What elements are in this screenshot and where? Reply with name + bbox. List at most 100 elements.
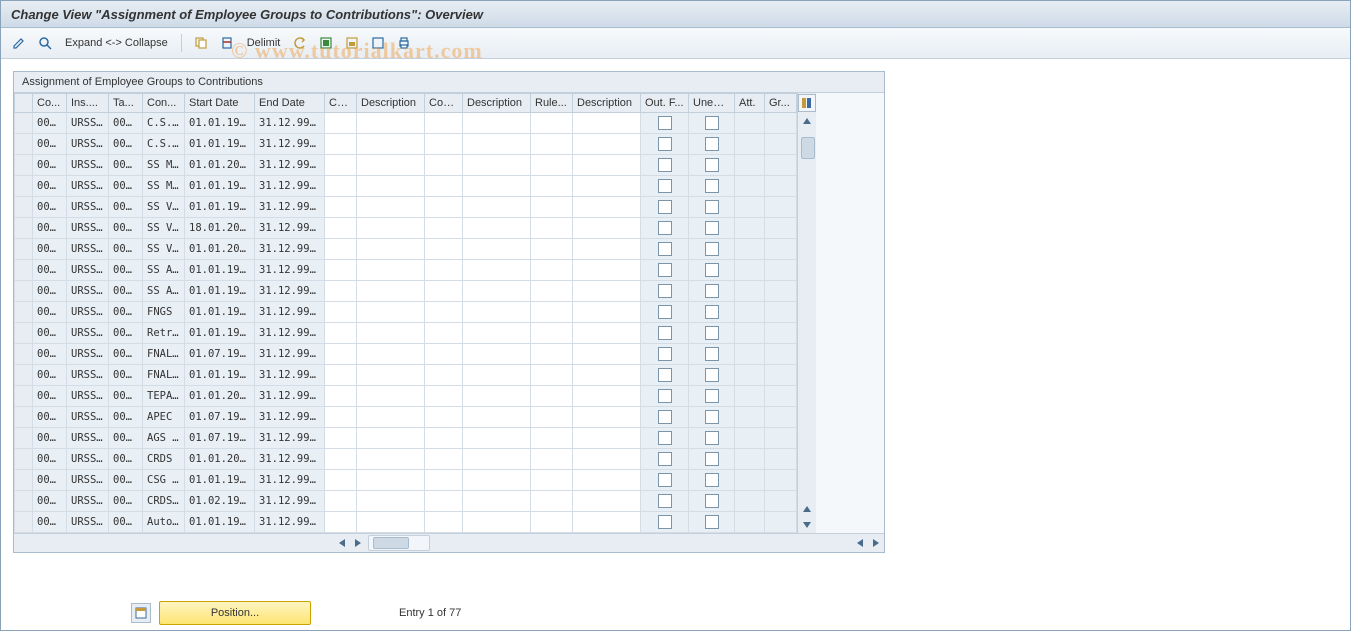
column-header[interactable]: Unem... [689,94,735,113]
cell-editable[interactable] [425,197,463,218]
row-selector[interactable] [15,386,33,407]
cell-checkbox[interactable] [689,302,735,323]
checkbox[interactable] [658,284,672,298]
cell-editable[interactable] [325,302,357,323]
row-selector[interactable] [15,176,33,197]
cell-editable[interactable] [325,176,357,197]
cell-checkbox[interactable] [641,470,689,491]
cell-editable[interactable] [531,407,573,428]
checkbox[interactable] [658,158,672,172]
cell-editable[interactable] [425,386,463,407]
column-header[interactable]: Ta... [109,94,143,113]
cell-editable[interactable] [325,239,357,260]
scroll-right-icon[interactable] [350,534,366,552]
row-selector[interactable] [15,512,33,533]
row-selector[interactable] [15,218,33,239]
column-header[interactable]: Con. [325,94,357,113]
cell-checkbox[interactable] [641,407,689,428]
data-grid[interactable]: Co...Ins....Ta...Con...Start DateEnd Dat… [14,93,797,533]
cell-editable[interactable] [463,176,531,197]
cell-editable[interactable] [531,134,573,155]
cell-editable[interactable] [531,176,573,197]
cell-checkbox[interactable] [641,281,689,302]
checkbox[interactable] [705,158,719,172]
scroll-up-icon[interactable] [798,113,816,129]
checkbox[interactable] [705,431,719,445]
table-row[interactable]: 0001URSS...0011Retrai..01.01.199431.12.9… [15,323,797,344]
cell-editable[interactable] [573,491,641,512]
row-selector[interactable] [15,260,33,281]
horizontal-scrollbar[interactable] [14,533,884,552]
cell-editable[interactable] [357,428,425,449]
cell-editable[interactable] [357,281,425,302]
checkbox[interactable] [658,242,672,256]
cell-checkbox[interactable] [641,176,689,197]
column-header[interactable]: Con... [425,94,463,113]
cell-editable[interactable] [325,218,357,239]
cell-checkbox[interactable] [641,386,689,407]
cell-editable[interactable] [531,365,573,386]
checkbox[interactable] [705,410,719,424]
checkbox[interactable] [705,368,719,382]
cell-editable[interactable] [357,239,425,260]
row-selector[interactable] [15,428,33,449]
row-selector[interactable] [15,302,33,323]
cell-editable[interactable] [357,470,425,491]
cell-editable[interactable] [357,155,425,176]
column-header[interactable]: Description [357,94,425,113]
checkbox[interactable] [705,515,719,529]
cell-editable[interactable] [325,197,357,218]
cell-editable[interactable] [425,113,463,134]
table-row[interactable]: 0001URSS...0004SS Ma..01.01.199431.12.99… [15,176,797,197]
table-row[interactable]: 0001URSS...0079CRDS ..01.02.199631.12.99… [15,491,797,512]
checkbox[interactable] [658,515,672,529]
row-selector[interactable] [15,323,33,344]
cell-editable[interactable] [325,470,357,491]
table-row[interactable]: 0001URSS...0002C.S.G....01.01.199831.12.… [15,134,797,155]
column-header[interactable]: Ins.... [67,94,109,113]
cell-editable[interactable] [573,155,641,176]
cell-editable[interactable] [531,239,573,260]
cell-editable[interactable] [463,260,531,281]
select-all-button[interactable] [316,33,336,53]
cell-checkbox[interactable] [641,134,689,155]
cell-editable[interactable] [573,302,641,323]
cell-editable[interactable] [425,407,463,428]
checkbox[interactable] [705,494,719,508]
cell-editable[interactable] [573,134,641,155]
cell-editable[interactable] [425,176,463,197]
delimit-label[interactable]: Delimit [243,37,285,49]
cell-checkbox[interactable] [689,260,735,281]
cell-editable[interactable] [573,281,641,302]
cell-editable[interactable] [357,344,425,365]
cell-editable[interactable] [425,449,463,470]
cell-editable[interactable] [573,260,641,281]
cell-editable[interactable] [425,260,463,281]
cell-editable[interactable] [573,428,641,449]
cell-editable[interactable] [463,113,531,134]
cell-editable[interactable] [325,449,357,470]
scroll-down-icon[interactable] [798,517,816,533]
cell-editable[interactable] [463,386,531,407]
checkbox[interactable] [658,305,672,319]
cell-checkbox[interactable] [641,260,689,281]
cell-checkbox[interactable] [689,239,735,260]
checkbox[interactable] [658,326,672,340]
checkbox[interactable] [658,452,672,466]
checkbox[interactable] [658,347,672,361]
column-header[interactable]: Att. [735,94,765,113]
cell-editable[interactable] [425,323,463,344]
cell-checkbox[interactable] [689,344,735,365]
cell-editable[interactable] [573,323,641,344]
cell-checkbox[interactable] [689,323,735,344]
cell-editable[interactable] [531,449,573,470]
cell-checkbox[interactable] [641,302,689,323]
cell-editable[interactable] [463,323,531,344]
checkbox[interactable] [705,389,719,403]
cell-checkbox[interactable] [689,407,735,428]
cell-editable[interactable] [325,428,357,449]
cell-checkbox[interactable] [641,218,689,239]
row-selector[interactable] [15,449,33,470]
cell-editable[interactable] [463,428,531,449]
cell-checkbox[interactable] [689,113,735,134]
